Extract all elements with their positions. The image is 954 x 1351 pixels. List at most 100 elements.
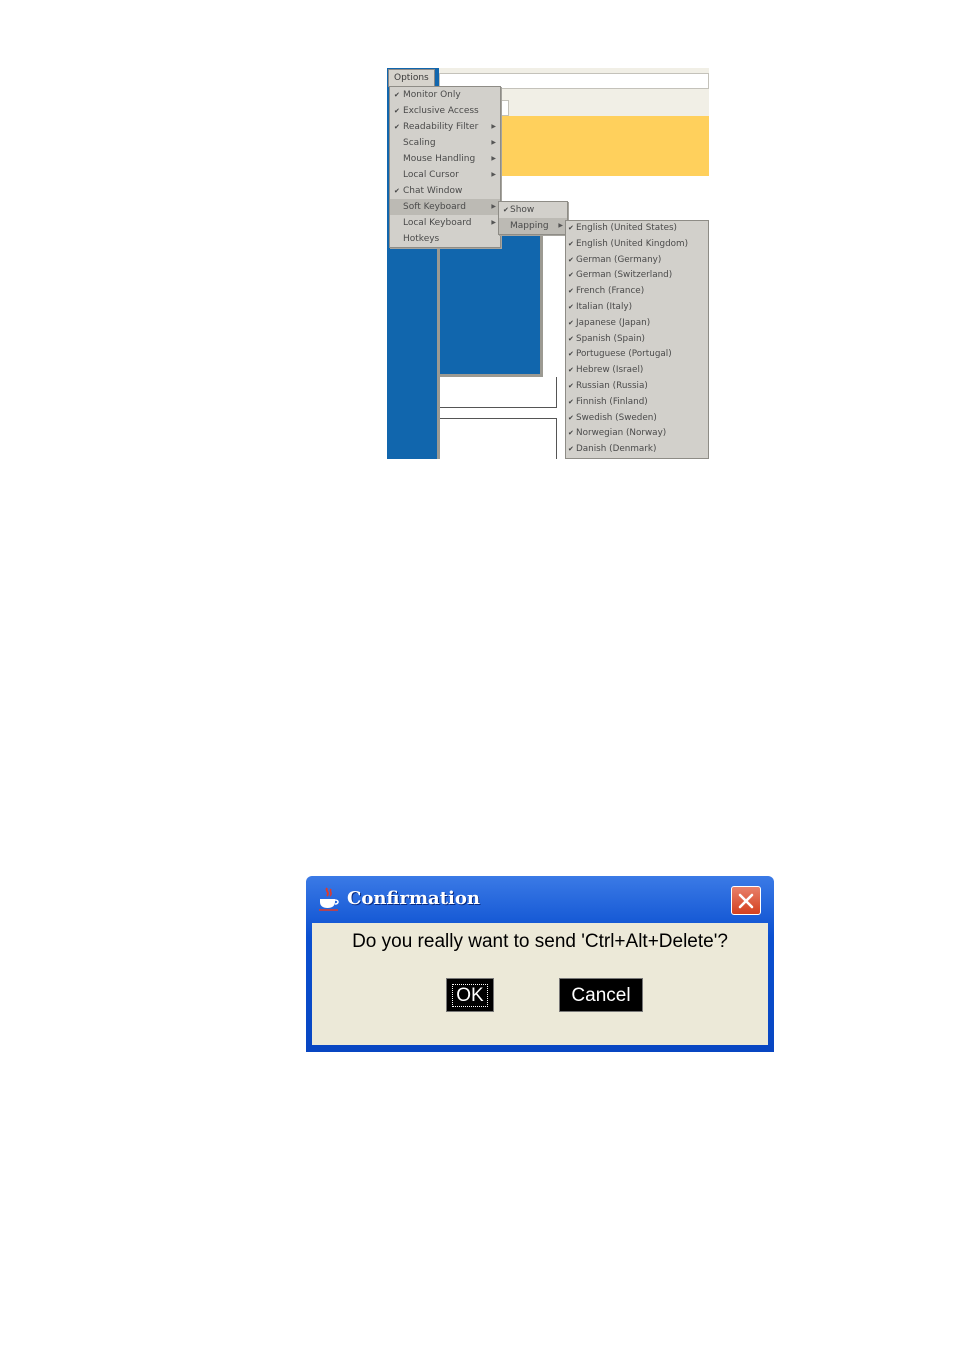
options-menu-item-label: Mouse Handling <box>403 154 476 164</box>
dialog-body: Do you really want to send 'Ctrl+Alt+Del… <box>312 923 768 1045</box>
check-icon: ✔ <box>568 255 574 264</box>
check-icon: ✔ <box>394 107 400 115</box>
options-menu-item[interactable]: Scaling ▶ <box>390 135 500 151</box>
submenu-arrow-icon: ▶ <box>491 139 496 146</box>
remote-window-box-lower <box>440 418 557 459</box>
mapping-menu-item-label: Norwegian (Norway) <box>576 428 667 439</box>
mapping-menu-item[interactable]: ✔ Italian (Italy) <box>566 300 708 316</box>
mapping-menu-item[interactable]: ✔ Russian (Russia) <box>566 379 708 395</box>
submenu-arrow-icon: ▶ <box>491 219 496 226</box>
mapping-menu-item[interactable]: ✔ English (United States) <box>566 221 708 237</box>
mapping-menu-item-label: Portuguese (Portugal) <box>576 349 672 360</box>
mapping-menu-item[interactable]: ✔ German (Germany) <box>566 253 708 269</box>
check-icon: ✔ <box>568 445 574 454</box>
ok-button[interactable]: OK <box>446 978 494 1012</box>
check-icon: ✔ <box>568 334 574 343</box>
options-menu-item[interactable]: ✔ Chat Window <box>390 183 500 199</box>
mapping-menu-item[interactable]: ✔ German (Switzerland) <box>566 268 708 284</box>
mapping-menu-item-label: Danish (Denmark) <box>576 444 657 455</box>
mapping-menu-item-label: French (France) <box>576 286 645 297</box>
mapping-menu-item-label: Russian (Russia) <box>576 380 648 391</box>
mapping-menu-item[interactable]: ✔ Japanese (Japan) <box>566 316 708 332</box>
options-menu-item-label: Exclusive Access <box>403 106 479 116</box>
options-menu-item-label: Chat Window <box>403 186 463 196</box>
options-menu-item-label: Soft Keyboard <box>403 202 466 212</box>
check-icon: ✔ <box>568 366 574 375</box>
options-menu-item[interactable]: Soft Keyboard ▶ <box>390 199 500 215</box>
check-icon: ✔ <box>568 429 574 438</box>
options-menu-item[interactable]: ✔ Monitor Only <box>390 87 500 103</box>
options-menu-title[interactable]: Options <box>388 69 435 87</box>
options-menu-item[interactable]: Hotkeys <box>390 231 500 247</box>
dialog-message: Do you really want to send 'Ctrl+Alt+Del… <box>352 931 728 952</box>
check-icon: ✔ <box>568 381 574 390</box>
options-menu-item-label: Monitor Only <box>403 90 461 100</box>
options-menu-screenshot: Options ✔ Monitor Only ✔ Exclusive Access ✔ R… <box>387 68 709 459</box>
mapping-menu-item[interactable]: ✔ Finnish (Finland) <box>566 395 708 411</box>
check-icon: ✔ <box>394 91 400 99</box>
mapping-menu-item[interactable]: ✔ Spanish (Spain) <box>566 332 708 348</box>
mapping-menu-item-label: Japanese (Japan) <box>576 317 651 328</box>
options-menu: ✔ Monitor Only ✔ Exclusive Access ✔ Readabili… <box>389 86 501 248</box>
submenu-arrow-icon: ▶ <box>491 203 496 210</box>
submenu-arrow-icon: ▶ <box>491 171 496 178</box>
options-menu-item-label: Hotkeys <box>403 234 440 244</box>
mapping-menu-item[interactable]: ✔ Hebrew (Israel) <box>566 363 708 379</box>
check-icon: ✔ <box>568 350 574 359</box>
soft-keyboard-submenu: ✔ Show Mapping ▶ <box>498 201 568 235</box>
mapping-submenu: ✔ English (United States) ✔ English (United… <box>565 220 709 459</box>
soft-keyboard-menu-item[interactable]: Mapping ▶ <box>499 218 567 234</box>
options-menu-item-label: Local Cursor <box>403 170 459 180</box>
check-icon: ✔ <box>568 239 574 248</box>
dialog-title: Confirmation <box>347 888 480 909</box>
mapping-menu-item[interactable]: ✔ French (France) <box>566 284 708 300</box>
highlight-panel <box>497 116 709 176</box>
options-menu-item[interactable]: Mouse Handling ▶ <box>390 151 500 167</box>
mapping-menu-item-label: Finnish (Finland) <box>576 396 648 407</box>
mapping-menu-item-label: English (United Kingdom) <box>576 238 689 249</box>
soft-keyboard-menu-item[interactable]: ✔ Show <box>499 202 567 218</box>
check-icon: ✔ <box>568 397 574 406</box>
check-icon: ✔ <box>394 187 400 195</box>
ok-button-label: OK <box>452 984 488 1007</box>
check-icon: ✔ <box>568 413 574 422</box>
options-menu-item[interactable]: Local Keyboard ▶ <box>390 215 500 231</box>
check-icon: ✔ <box>568 287 574 296</box>
remote-screen-panel <box>440 234 543 377</box>
check-icon: ✔ <box>568 318 574 327</box>
cancel-button[interactable]: Cancel <box>559 978 643 1012</box>
mapping-menu-item[interactable]: ✔ Swedish (Sweden) <box>566 411 708 427</box>
check-icon: ✔ <box>568 224 574 232</box>
options-menu-item[interactable]: ✔ Readability Filter ▶ <box>390 119 500 135</box>
mapping-menu-item-label: Hebrew (Israel) <box>576 365 644 376</box>
options-menu-item[interactable]: Local Cursor ▶ <box>390 167 500 183</box>
mapping-menu-item[interactable]: ✔ Portuguese (Portugal) <box>566 347 708 363</box>
java-cup-icon <box>319 887 339 911</box>
check-icon: ✔ <box>568 302 574 311</box>
close-button[interactable] <box>731 886 761 915</box>
submenu-arrow-icon: ▶ <box>491 123 496 130</box>
submenu-arrow-icon: ▶ <box>558 222 563 229</box>
mapping-menu-item-label: German (Switzerland) <box>576 270 673 281</box>
mapping-menu-item[interactable]: ✔ Danish (Denmark) <box>566 442 708 458</box>
mapping-menu-item-label: Swedish (Sweden) <box>576 412 657 423</box>
options-menu-item-label: Readability Filter <box>403 122 479 132</box>
close-icon <box>738 893 754 908</box>
confirmation-dialog: Confirmation Do you really want to send … <box>306 876 774 1052</box>
soft-keyboard-menu-item-label: Show <box>510 205 535 215</box>
mapping-menu-item-label: Spanish (Spain) <box>576 333 645 344</box>
mapping-menu-item[interactable]: ✔ English (United Kingdom) <box>566 237 708 253</box>
submenu-arrow-icon: ▶ <box>491 155 496 162</box>
options-menu-item[interactable]: ✔ Exclusive Access <box>390 103 500 119</box>
mapping-menu-item-label: Italian (Italy) <box>576 301 633 312</box>
check-icon: ✔ <box>503 206 509 214</box>
mapping-menu-item[interactable]: ✔ Norwegian (Norway) <box>566 426 708 442</box>
mapping-menu-item-label: English (United States) <box>576 223 677 233</box>
check-icon: ✔ <box>394 123 400 131</box>
mapping-menu-item-label: German (Germany) <box>576 254 662 265</box>
dialog-titlebar[interactable]: Confirmation <box>306 876 774 922</box>
remote-window-box <box>440 377 557 408</box>
soft-keyboard-menu-item-label: Mapping <box>510 221 549 231</box>
check-icon: ✔ <box>568 271 574 280</box>
options-menu-item-label: Local Keyboard <box>403 218 472 228</box>
